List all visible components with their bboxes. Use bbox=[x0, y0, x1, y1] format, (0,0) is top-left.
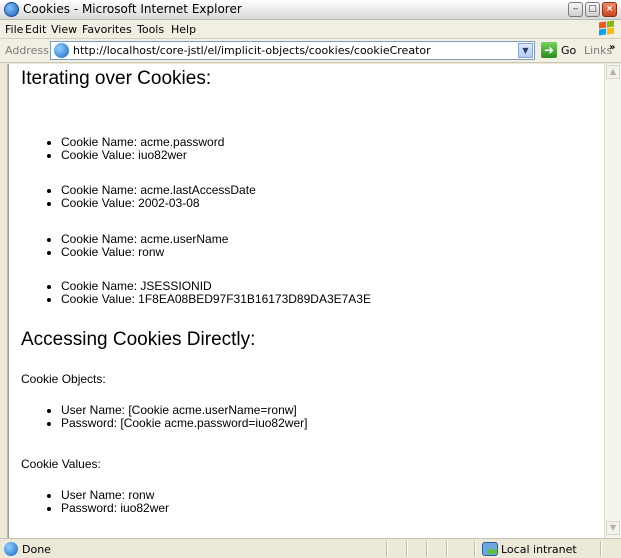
local-intranet-icon bbox=[482, 542, 498, 556]
vertical-scrollbar[interactable]: ▲ ▼ bbox=[604, 64, 621, 538]
go-button[interactable]: Go bbox=[561, 44, 576, 57]
window-left-frame bbox=[0, 64, 8, 538]
go-arrow-icon[interactable]: ➜ bbox=[541, 42, 557, 58]
status-divider bbox=[426, 541, 428, 557]
menu-help[interactable]: Help bbox=[171, 23, 196, 36]
status-divider bbox=[446, 541, 448, 557]
ie-page-icon bbox=[4, 542, 18, 556]
status-divider bbox=[386, 541, 388, 557]
cookie-values-label: Cookie Values: bbox=[21, 457, 101, 471]
close-button[interactable]: × bbox=[602, 2, 617, 17]
ie-icon bbox=[4, 2, 19, 17]
address-input[interactable]: http://localhost/core-jstl/el/implicit-o… bbox=[50, 41, 535, 60]
address-label: Address bbox=[5, 44, 49, 57]
cookie-value-item: Cookie Value: 2002-03-08 bbox=[47, 197, 256, 210]
heading-accessing: Accessing Cookies Directly: bbox=[21, 329, 256, 350]
list-item: Password: iuo82wer bbox=[47, 502, 169, 515]
address-url[interactable]: http://localhost/core-jstl/el/implicit-o… bbox=[73, 44, 431, 57]
menu-tools[interactable]: Tools bbox=[137, 23, 164, 36]
maximize-button[interactable]: □ bbox=[585, 2, 600, 17]
cookie-value-item: Cookie Value: ronw bbox=[47, 246, 228, 259]
links-chevron-icon[interactable]: » bbox=[609, 42, 615, 53]
list-item: Password: [Cookie acme.password=iuo82wer… bbox=[47, 417, 307, 430]
heading-iterating: Iterating over Cookies: bbox=[21, 68, 212, 89]
cookie-value-item: Cookie Value: iuo82wer bbox=[47, 149, 224, 162]
scroll-down-icon[interactable]: ▼ bbox=[606, 521, 620, 535]
cookie-list: Cookie Name: JSESSIONID Cookie Value: 1F… bbox=[47, 280, 371, 306]
status-bar: Done Local intranet bbox=[0, 538, 621, 558]
minimize-button[interactable]: ‒ bbox=[568, 2, 583, 17]
cookie-values-list: User Name: ronw Password: iuo82wer bbox=[47, 489, 169, 515]
address-dropdown-icon[interactable]: ▼ bbox=[518, 43, 533, 58]
cookie-list: Cookie Name: acme.password Cookie Value:… bbox=[47, 136, 224, 162]
title-bar[interactable]: Cookies - Microsoft Internet Explorer ‒ … bbox=[0, 0, 621, 20]
cookie-value-item: Cookie Value: 1F8EA08BED97F31B16173D89DA… bbox=[47, 293, 371, 306]
menu-file[interactable]: File bbox=[5, 23, 23, 36]
address-bar: Address http://localhost/core-jstl/el/im… bbox=[0, 39, 621, 63]
page-content: Iterating over Cookies: Cookie Name: acm… bbox=[8, 64, 604, 538]
cookie-objects-list: User Name: [Cookie acme.userName=ronw] P… bbox=[47, 404, 307, 430]
menu-favorites[interactable]: Favorites bbox=[82, 23, 132, 36]
status-divider bbox=[406, 541, 408, 557]
zone-label: Local intranet bbox=[501, 543, 577, 556]
windows-logo-icon bbox=[597, 20, 615, 37]
status-divider bbox=[600, 541, 602, 557]
cookie-list: Cookie Name: acme.lastAccessDate Cookie … bbox=[47, 184, 256, 210]
scroll-up-icon[interactable]: ▲ bbox=[606, 65, 620, 79]
status-divider bbox=[474, 541, 476, 557]
cookie-list: Cookie Name: acme.userName Cookie Value:… bbox=[47, 233, 228, 259]
status-text: Done bbox=[22, 543, 51, 556]
window-title: Cookies - Microsoft Internet Explorer bbox=[23, 2, 242, 16]
cookie-objects-label: Cookie Objects: bbox=[21, 372, 106, 386]
menu-view[interactable]: View bbox=[51, 23, 77, 36]
menu-bar: File Edit View Favorites Tools Help bbox=[0, 20, 621, 39]
ie-page-icon bbox=[54, 43, 69, 58]
menu-edit[interactable]: Edit bbox=[25, 23, 46, 36]
